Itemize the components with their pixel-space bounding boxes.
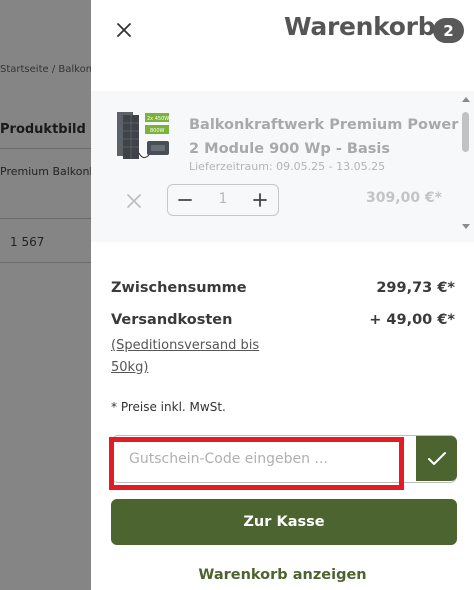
modal-backdrop[interactable] <box>0 0 91 590</box>
cart-title: Warenkorb <box>284 12 436 41</box>
tax-note: * Preise inkl. MwSt. <box>111 400 226 414</box>
cart-drawer: Warenkorb 2 2x 450W 800W Balkonkraftwerk… <box>91 0 474 590</box>
close-cart-button[interactable] <box>113 19 135 41</box>
plus-icon <box>253 193 267 207</box>
increase-quantity-button[interactable] <box>252 192 268 208</box>
remove-item-button[interactable] <box>124 191 144 211</box>
decrease-quantity-button[interactable] <box>177 192 193 208</box>
product-image[interactable]: 2x 450W 800W <box>113 109 175 165</box>
shipping-label: Versandkosten <box>111 312 233 328</box>
solar-panel-icon: 2x 450W 800W <box>117 112 169 159</box>
scroll-up-arrow-icon[interactable] <box>462 97 470 102</box>
view-cart-link[interactable]: Warenkorb anzeigen <box>91 567 474 583</box>
minus-icon <box>178 199 192 201</box>
scrollbar-thumb[interactable] <box>462 112 469 152</box>
scroll-down-arrow-icon[interactable] <box>462 224 470 229</box>
close-icon <box>117 23 131 37</box>
quantity-stepper: 1 <box>167 184 279 216</box>
subtotal-value: 299,73 €* <box>376 280 455 296</box>
image-label: 2x 450W <box>147 116 169 122</box>
remove-item-icon <box>127 194 141 208</box>
quantity-value[interactable]: 1 <box>208 191 238 207</box>
checkmark-icon <box>427 451 446 465</box>
item-price: 309,00 €* <box>366 190 442 206</box>
shipping-value: + 49,00 €* <box>369 312 455 328</box>
cart-count-badge: 2 <box>433 18 464 43</box>
highlight-annotation <box>109 437 404 490</box>
apply-coupon-button[interactable] <box>416 436 457 481</box>
image-label: 800W <box>150 128 165 134</box>
checkout-button[interactable]: Zur Kasse <box>111 499 457 545</box>
delivery-period: Lieferzeitraum: 09.05.25 - 13.05.25 <box>189 160 386 173</box>
product-name[interactable]: Balkonkraftwerk Premium Power 2 Module 9… <box>189 113 459 161</box>
shipping-info-link[interactable]: (Speditionsversand bis 50kg) <box>111 335 291 379</box>
subtotal-label: Zwischensumme <box>111 280 247 296</box>
